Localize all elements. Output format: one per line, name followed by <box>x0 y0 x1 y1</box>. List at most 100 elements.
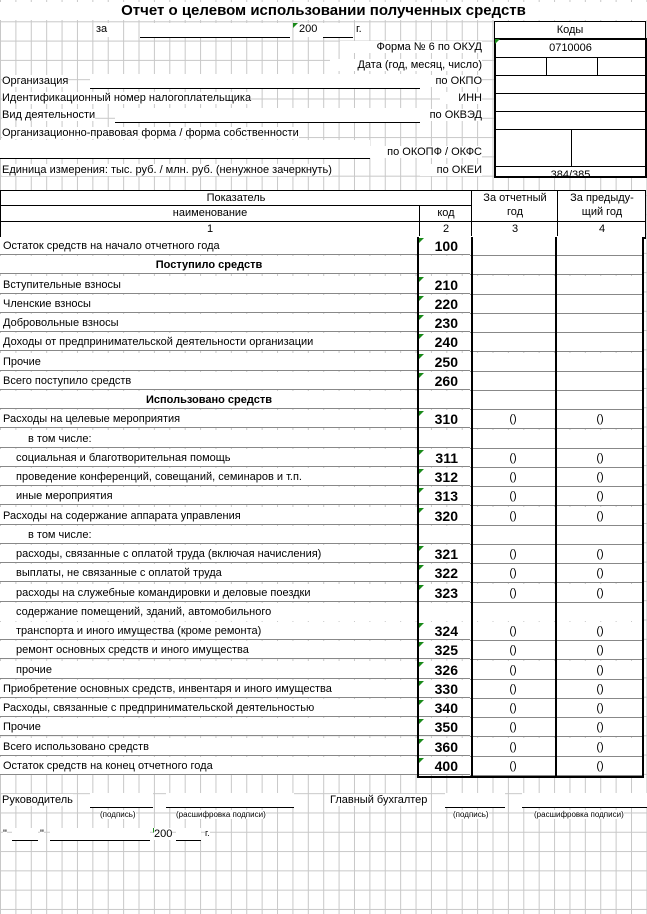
row-value-previous[interactable]: () <box>556 448 644 468</box>
row-value-previous[interactable] <box>556 602 644 621</box>
row-value-previous[interactable] <box>556 256 644 276</box>
row-value-current[interactable]: () <box>470 699 556 718</box>
row-value-previous[interactable] <box>556 429 644 449</box>
row-value-current[interactable] <box>470 256 556 276</box>
row-value-previous[interactable] <box>556 237 644 256</box>
row-value-current[interactable] <box>470 275 556 295</box>
row-value-current[interactable]: () <box>470 622 556 641</box>
table-row: иные мероприятия 313()() <box>0 487 645 507</box>
row-value-previous[interactable] <box>556 314 644 333</box>
okpo-code[interactable] <box>496 76 645 94</box>
opf-input[interactable] <box>0 140 370 159</box>
comment-marker-icon <box>419 546 424 551</box>
row-value-previous[interactable]: () <box>556 487 644 507</box>
row-value-previous[interactable]: () <box>556 564 644 584</box>
opf-label: Организационно-правовая форма / форма со… <box>2 127 299 139</box>
comment-marker-icon <box>419 276 424 282</box>
okud-code[interactable]: 0710006 <box>496 40 645 58</box>
row-value-current[interactable]: () <box>470 564 556 584</box>
row-value-previous[interactable] <box>556 391 644 410</box>
row-value-current[interactable]: () <box>470 583 556 603</box>
head-sign-input[interactable] <box>90 793 153 808</box>
row-value-previous[interactable]: () <box>556 468 644 487</box>
row-name: Всего поступило средств <box>0 371 418 390</box>
row-value-previous[interactable]: () <box>556 679 644 699</box>
row-value-previous[interactable]: () <box>556 410 644 430</box>
row-value-current[interactable]: () <box>470 506 556 526</box>
row-value-previous[interactable]: () <box>556 699 644 718</box>
table-row: Добровольные взносы 230 <box>0 314 645 333</box>
row-code <box>418 429 470 448</box>
row-value-current[interactable] <box>470 333 556 353</box>
row-value-previous[interactable] <box>556 525 644 545</box>
row-value-previous[interactable]: () <box>556 641 644 661</box>
row-value-current[interactable] <box>470 525 556 545</box>
head-label: Руководитель <box>2 794 73 806</box>
row-value-previous[interactable]: () <box>556 506 644 526</box>
row-value-previous[interactable] <box>556 352 644 372</box>
row-value-current[interactable]: () <box>470 679 556 699</box>
row-value-current[interactable] <box>470 352 556 372</box>
row-value-previous[interactable] <box>556 275 644 295</box>
row-name: социальная и благотворительная помощь <box>0 448 418 467</box>
row-value-previous[interactable]: () <box>556 545 644 564</box>
inn-code[interactable] <box>496 94 645 112</box>
org-input[interactable] <box>90 74 420 89</box>
row-value-current[interactable] <box>470 371 556 391</box>
row-value-previous[interactable]: () <box>556 583 644 603</box>
okved-code[interactable] <box>496 112 645 130</box>
okei-code[interactable]: 384/385 <box>496 167 645 184</box>
row-code: 322 <box>418 564 470 583</box>
row-value-current[interactable]: () <box>470 660 556 680</box>
okopf-label: по ОКОПФ / ОКФС <box>370 146 482 158</box>
day-input[interactable] <box>12 828 38 841</box>
table-row: социальная и благотворительная помощь 311… <box>0 448 645 468</box>
row-value-previous[interactable] <box>556 333 644 353</box>
comment-marker-icon <box>419 469 424 474</box>
row-value-previous[interactable]: () <box>556 660 644 680</box>
activity-input[interactable] <box>115 108 420 123</box>
row-value-current[interactable]: () <box>470 448 556 468</box>
okud-label: Форма № 6 по ОКУД <box>340 41 482 53</box>
row-value-previous[interactable] <box>556 294 644 314</box>
row-value-current[interactable] <box>470 429 556 449</box>
row-value-current[interactable]: () <box>470 756 556 776</box>
date-code[interactable] <box>496 58 645 76</box>
okopf-code[interactable] <box>496 130 645 167</box>
row-value-current[interactable] <box>470 391 556 410</box>
head-decode-input[interactable] <box>166 793 294 808</box>
row-value-previous[interactable]: () <box>556 737 644 757</box>
month-input[interactable] <box>50 828 150 841</box>
row-value-current[interactable]: () <box>470 545 556 564</box>
row-code: 320 <box>418 506 470 525</box>
row-value-previous[interactable]: () <box>556 756 644 776</box>
report-form: Отчет о целевом использовании полученных… <box>0 0 647 914</box>
row-value-current[interactable]: () <box>470 410 556 430</box>
period-input[interactable] <box>140 23 290 38</box>
row-value-current[interactable] <box>470 237 556 256</box>
row-code <box>418 391 470 409</box>
row-value-previous[interactable]: () <box>556 718 644 738</box>
acc-sign-input[interactable] <box>445 793 505 808</box>
row-value-previous[interactable]: () <box>556 622 644 641</box>
row-value-current[interactable]: () <box>470 718 556 738</box>
units-label: Единица измерения: тыс. руб. / млн. руб.… <box>2 164 332 176</box>
date-quote-close: " <box>40 828 44 840</box>
comment-marker-icon <box>419 700 424 705</box>
row-name: расходы, связанные с оплатой труда (вклю… <box>0 545 418 563</box>
acc-decode-input[interactable] <box>522 793 647 808</box>
comment-marker-icon <box>419 680 424 686</box>
page-title: Отчет о целевом использовании полученных… <box>0 2 647 20</box>
row-value-current[interactable]: () <box>470 487 556 507</box>
period-year-input[interactable] <box>323 23 353 38</box>
year-input[interactable] <box>176 828 201 841</box>
row-value-current[interactable] <box>470 602 556 621</box>
row-value-current[interactable] <box>470 294 556 314</box>
row-value-current[interactable]: () <box>470 641 556 661</box>
row-value-current[interactable]: () <box>470 737 556 757</box>
row-value-current[interactable] <box>470 314 556 333</box>
row-value-current[interactable]: () <box>470 468 556 487</box>
row-value-previous[interactable] <box>556 371 644 391</box>
acc-decode-caption: (расшифровка подписи) <box>534 810 624 819</box>
inn-code-label: ИНН <box>440 92 482 104</box>
